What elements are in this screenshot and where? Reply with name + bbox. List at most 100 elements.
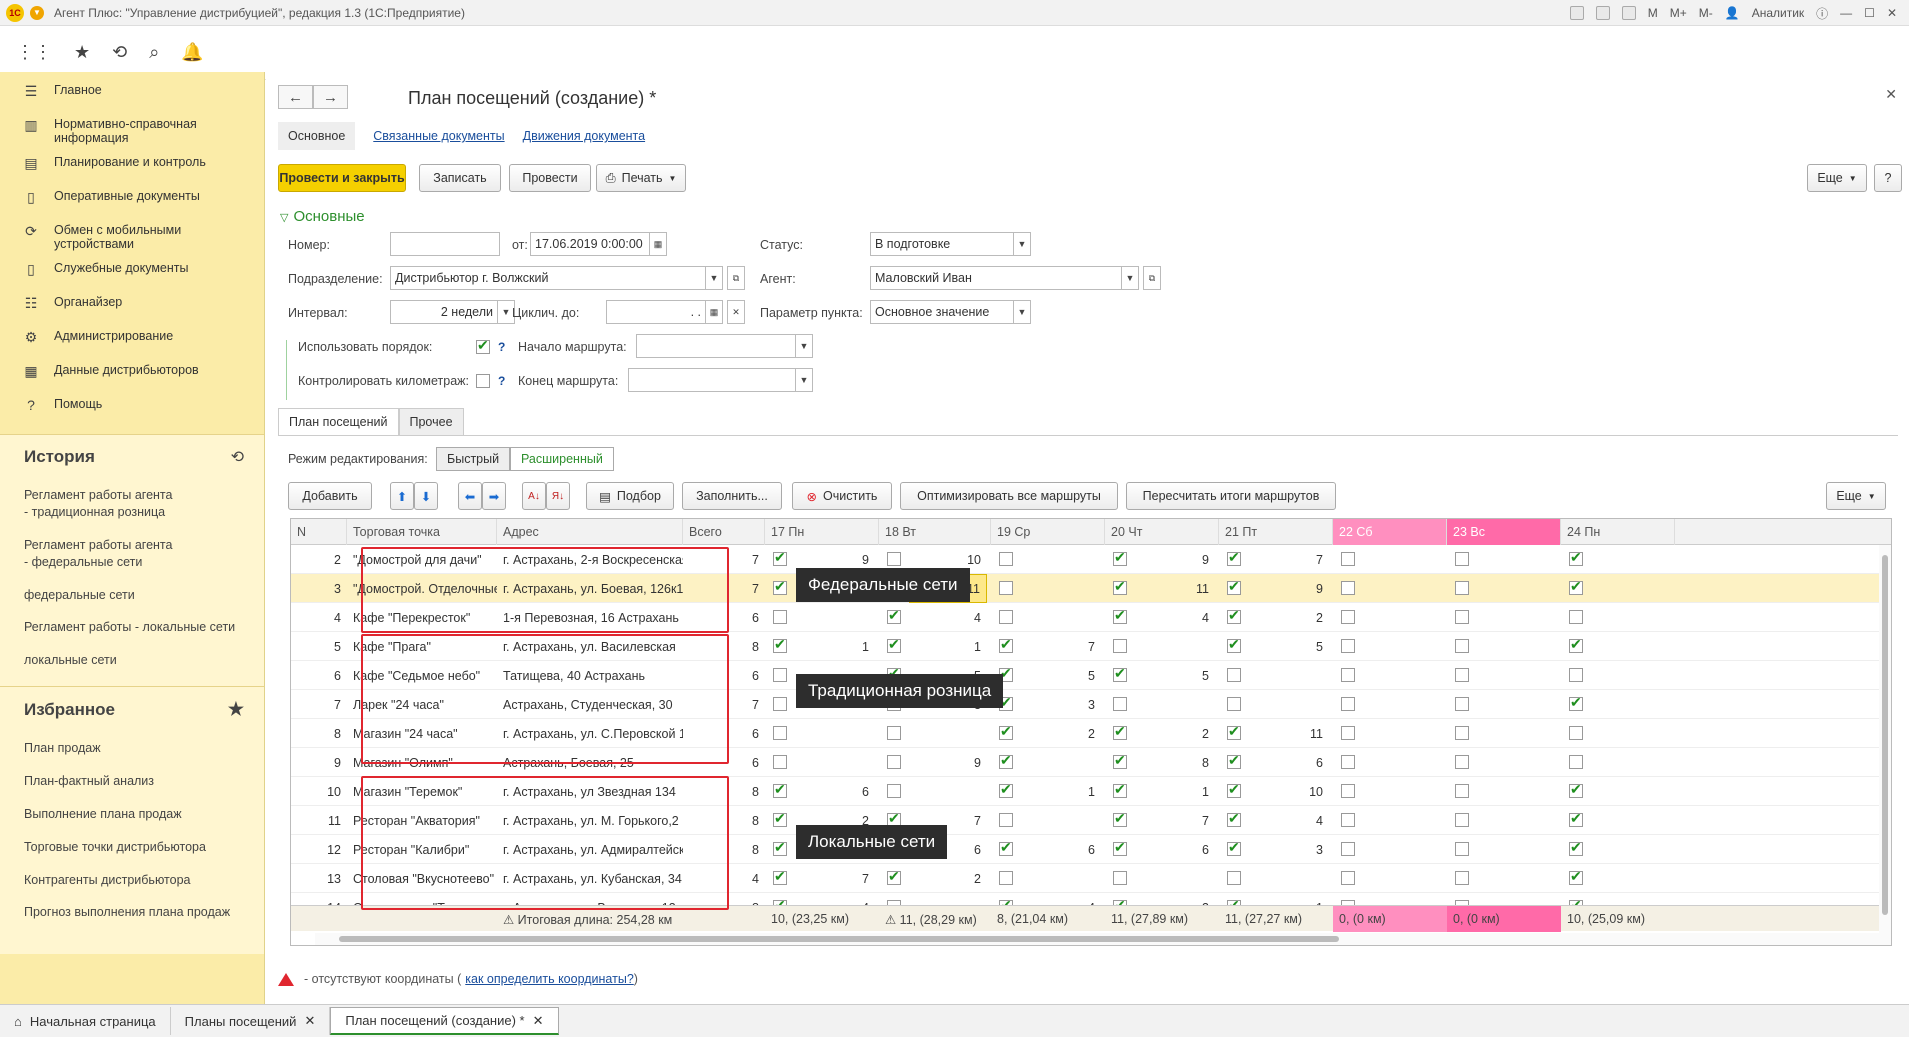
day-visit-checkbox[interactable]	[887, 784, 901, 798]
sidebar-item-service-docs[interactable]: ▯ Служебные документы	[0, 256, 264, 290]
sidebar-item-organizer[interactable]: ☷ Органайзер	[0, 290, 264, 324]
favorite-link[interactable]: План-фактный анализ	[0, 765, 264, 798]
column-header[interactable]: Адрес	[497, 519, 683, 545]
back-arrow-icon[interactable]: ←	[278, 85, 313, 109]
column-header[interactable]: 17 Пн	[765, 519, 879, 545]
day-visit-checkbox[interactable]	[1455, 639, 1469, 653]
day-visit-checkbox[interactable]	[1341, 784, 1355, 798]
favorite-link[interactable]: Торговые точки дистрибьютора	[0, 831, 264, 864]
column-header[interactable]: 22 Сб	[1333, 519, 1447, 545]
day-visit-checkbox[interactable]	[887, 726, 901, 740]
day-visit-checkbox[interactable]	[773, 755, 787, 769]
interval-select[interactable]: 2 недели	[390, 300, 498, 324]
day-visit-checkbox[interactable]	[887, 636, 901, 653]
more-button[interactable]: Еще ▼	[1807, 164, 1867, 192]
day-visit-checkbox[interactable]	[999, 723, 1013, 740]
fill-button[interactable]: Заполнить...	[682, 482, 782, 510]
day-visit-checkbox[interactable]	[1455, 610, 1469, 624]
day-visit-checkbox[interactable]	[1113, 839, 1127, 856]
day-visit-checkbox[interactable]	[1341, 581, 1355, 595]
calendar-icon[interactable]	[1621, 6, 1636, 20]
day-visit-checkbox[interactable]	[1455, 697, 1469, 711]
favorite-link[interactable]: Контрагенты дистрибьютора	[0, 864, 264, 897]
sort-asc-icon[interactable]: А↓	[522, 482, 546, 510]
day-visit-checkbox[interactable]	[1569, 755, 1583, 769]
group-main-title[interactable]: ▽ Основные	[280, 208, 365, 225]
day-visit-checkbox[interactable]	[1227, 839, 1241, 856]
day-visit-checkbox[interactable]	[999, 552, 1013, 566]
day-visit-checkbox[interactable]	[1113, 549, 1127, 566]
memory-mplus-button[interactable]: M+	[1670, 6, 1687, 20]
tab-other[interactable]: Прочее	[398, 408, 464, 436]
column-header[interactable]: 21 Пт	[1219, 519, 1333, 545]
vertical-scrollbar[interactable]	[1879, 545, 1891, 933]
day-visit-checkbox[interactable]	[1569, 636, 1583, 653]
day-visit-checkbox[interactable]	[773, 668, 787, 682]
day-visit-checkbox[interactable]	[887, 607, 901, 624]
day-visit-checkbox[interactable]	[1341, 842, 1355, 856]
day-visit-checkbox[interactable]	[773, 636, 787, 653]
use-order-checkbox[interactable]	[476, 337, 490, 354]
favorites-star-icon[interactable]: ★	[228, 699, 244, 720]
horizontal-scrollbar[interactable]	[315, 933, 1891, 945]
post-button[interactable]: Провести	[509, 164, 591, 192]
maximize-icon[interactable]: ☐	[1864, 6, 1875, 20]
history-clock-icon[interactable]: ⟲	[231, 447, 244, 467]
day-visit-checkbox[interactable]	[1341, 610, 1355, 624]
column-header[interactable]: 18 Вт	[879, 519, 991, 545]
day-visit-checkbox[interactable]	[1227, 668, 1241, 682]
day-visit-checkbox[interactable]	[887, 755, 901, 769]
day-visit-checkbox[interactable]	[1569, 781, 1583, 798]
print-icon[interactable]	[1595, 6, 1610, 20]
day-visit-checkbox[interactable]	[773, 697, 787, 711]
close-icon[interactable]: ✕	[1885, 86, 1897, 103]
day-visit-checkbox[interactable]	[1227, 578, 1241, 595]
tab-doc-moves[interactable]: Движения документа	[523, 129, 645, 143]
chevron-down-icon[interactable]: ▼	[1013, 300, 1031, 324]
calendar-icon[interactable]: ▦	[705, 300, 723, 324]
memory-m-button[interactable]: M	[1648, 6, 1658, 20]
day-visit-checkbox[interactable]	[1113, 639, 1127, 653]
day-visit-checkbox[interactable]	[1227, 697, 1241, 711]
open-link-icon[interactable]: ⧉	[727, 266, 745, 290]
day-visit-checkbox[interactable]	[1341, 813, 1355, 827]
day-visit-checkbox[interactable]	[773, 549, 787, 566]
chevron-down-icon[interactable]: ▼	[1013, 232, 1031, 256]
day-visit-checkbox[interactable]	[773, 810, 787, 827]
chevron-down-icon[interactable]: ▼	[795, 368, 813, 392]
day-visit-checkbox[interactable]	[1569, 726, 1583, 740]
sidebar-item-administration[interactable]: ⚙ Администрирование	[0, 324, 264, 358]
save-button[interactable]: Записать	[419, 164, 501, 192]
user-name[interactable]: Аналитик	[1752, 6, 1804, 20]
day-visit-checkbox[interactable]	[1227, 810, 1241, 827]
day-visit-checkbox[interactable]	[773, 839, 787, 856]
day-visit-checkbox[interactable]	[887, 552, 901, 566]
edit-mode-extended[interactable]: Расширенный	[510, 447, 614, 471]
sidebar-item-help[interactable]: ? Помощь	[0, 392, 264, 426]
sidebar-item-mobile-exchange[interactable]: ⟳ Обмен с мобильными устройствами	[0, 218, 264, 256]
day-visit-checkbox[interactable]	[999, 781, 1013, 798]
open-link-icon[interactable]: ⧉	[1143, 266, 1161, 290]
route-start-select[interactable]	[636, 334, 796, 358]
add-button[interactable]: Добавить	[288, 482, 372, 510]
search-icon[interactable]: ⌕	[149, 42, 159, 63]
day-visit-checkbox[interactable]	[1341, 871, 1355, 885]
day-visit-checkbox[interactable]	[1569, 578, 1583, 595]
day-visit-checkbox[interactable]	[773, 726, 787, 740]
favorite-link[interactable]: План продаж	[0, 732, 264, 765]
day-visit-checkbox[interactable]	[1113, 723, 1127, 740]
print-button[interactable]: ⎙ Печать ▼	[596, 164, 686, 192]
day-visit-checkbox[interactable]	[1227, 781, 1241, 798]
day-visit-checkbox[interactable]	[1227, 871, 1241, 885]
day-visit-checkbox[interactable]	[999, 610, 1013, 624]
day-visit-checkbox[interactable]	[999, 581, 1013, 595]
help-question-icon[interactable]: ?	[498, 340, 505, 354]
clear-button[interactable]: ⊗ Очистить	[792, 482, 892, 510]
clear-icon[interactable]: ✕	[727, 300, 745, 324]
day-visit-checkbox[interactable]	[1455, 668, 1469, 682]
user-icon[interactable]: 👤	[1725, 6, 1740, 20]
day-visit-checkbox[interactable]	[1569, 839, 1583, 856]
help-question-icon[interactable]: ?	[498, 374, 505, 388]
forward-arrow-icon[interactable]: →	[313, 85, 348, 109]
notifications-bell-icon[interactable]: 🔔	[181, 42, 203, 63]
